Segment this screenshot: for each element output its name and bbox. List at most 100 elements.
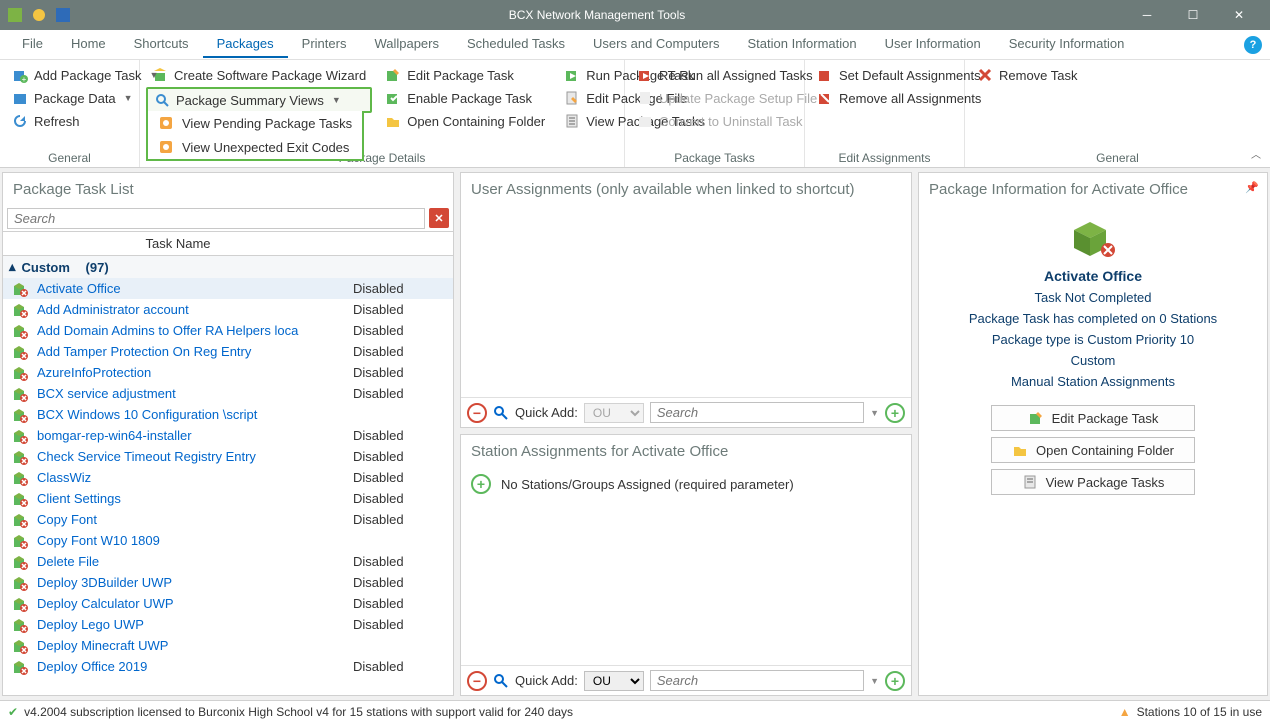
- info-line-3b: Custom: [1071, 353, 1116, 368]
- package-data-button[interactable]: Package Data▼: [6, 87, 133, 109]
- task-row[interactable]: Deploy Lego UWPDisabled: [3, 614, 453, 635]
- task-row[interactable]: BCX Windows 10 Configuration \script: [3, 404, 453, 425]
- menu-security-information[interactable]: Security Information: [995, 31, 1139, 58]
- task-row[interactable]: Deploy Office 2019Disabled: [3, 656, 453, 677]
- menu-station-information[interactable]: Station Information: [734, 31, 871, 58]
- view-pending-tasks-item[interactable]: View Pending Package Tasks: [148, 111, 362, 135]
- task-row[interactable]: Deploy Minecraft UWP: [3, 635, 453, 656]
- title-bar: BCX Network Management Tools ─ ☐ ✕: [0, 0, 1270, 30]
- station-inline-add-icon[interactable]: +: [471, 474, 491, 494]
- task-table[interactable]: Task Name ▴ Custom (97) Activate OfficeD…: [3, 231, 453, 695]
- task-status: Disabled: [353, 491, 453, 506]
- data-icon: [12, 90, 28, 106]
- open-folder-button[interactable]: Open Containing Folder: [379, 110, 551, 132]
- task-row[interactable]: bomgar-rep-win64-installerDisabled: [3, 425, 453, 446]
- task-list-title: Package Task List: [3, 173, 453, 206]
- task-icon: [3, 449, 37, 465]
- maximize-button[interactable]: ☐: [1170, 0, 1216, 30]
- info-line-3: Package type is Custom Priority 10: [992, 332, 1194, 347]
- create-wizard-button[interactable]: Create Software Package Wizard: [146, 64, 372, 86]
- info-view-tasks-button[interactable]: View Package Tasks: [991, 469, 1195, 495]
- info-edit-task-button[interactable]: Edit Package Task: [991, 405, 1195, 431]
- user-add-button[interactable]: +: [885, 403, 905, 423]
- task-row[interactable]: Add Administrator accountDisabled: [3, 299, 453, 320]
- task-name: Check Service Timeout Registry Entry: [37, 448, 353, 465]
- task-group-row[interactable]: ▴ Custom (97): [3, 256, 453, 278]
- station-quickadd-search[interactable]: [650, 670, 864, 691]
- remove-all-assignments-button[interactable]: Remove all Assignments: [811, 87, 958, 109]
- refresh-button[interactable]: Refresh: [6, 110, 133, 132]
- user-assignments-title: User Assignments (only available when li…: [461, 173, 911, 206]
- task-row[interactable]: AzureInfoProtectionDisabled: [3, 362, 453, 383]
- convert-uninstall-button[interactable]: Convert to Uninstall Task: [631, 110, 798, 132]
- task-name: Deploy Office 2019: [37, 658, 353, 675]
- menu-file[interactable]: File: [8, 31, 57, 58]
- task-row[interactable]: ClassWizDisabled: [3, 467, 453, 488]
- menu-shortcuts[interactable]: Shortcuts: [120, 31, 203, 58]
- task-icon: [3, 365, 37, 381]
- pending-icon: [158, 115, 174, 131]
- task-row[interactable]: Delete FileDisabled: [3, 551, 453, 572]
- file-edit-icon: [564, 90, 580, 106]
- refresh-icon: [12, 113, 28, 129]
- menu-printers[interactable]: Printers: [288, 31, 361, 58]
- task-status: Disabled: [353, 596, 453, 611]
- update-setup-file-button[interactable]: Update Package Setup File: [631, 87, 798, 109]
- enable-package-task-button[interactable]: Enable Package Task: [379, 87, 551, 109]
- task-name: Deploy Calculator UWP: [37, 595, 353, 612]
- station-quickadd-select[interactable]: OU: [584, 671, 644, 691]
- info-line-2: Package Task has completed on 0 Stations: [969, 311, 1217, 326]
- task-row[interactable]: Deploy Calculator UWPDisabled: [3, 593, 453, 614]
- user-remove-button[interactable]: −: [467, 403, 487, 423]
- station-remove-button[interactable]: −: [467, 671, 487, 691]
- user-quickadd-select[interactable]: OU: [584, 403, 644, 423]
- task-row[interactable]: Add Tamper Protection On Reg EntryDisabl…: [3, 341, 453, 362]
- task-row[interactable]: Client SettingsDisabled: [3, 488, 453, 509]
- station-search-icon[interactable]: [493, 673, 509, 689]
- menu-scheduled-tasks[interactable]: Scheduled Tasks: [453, 31, 579, 58]
- task-name: Copy Font: [37, 511, 353, 528]
- task-search-input[interactable]: [7, 208, 425, 229]
- task-name: Deploy Lego UWP: [37, 616, 353, 633]
- set-default-assignments-button[interactable]: Set Default Assignments: [811, 64, 958, 86]
- help-icon[interactable]: ?: [1244, 36, 1262, 54]
- status-text: v4.2004 subscription licensed to Burconi…: [24, 705, 573, 719]
- remove-all-icon: [817, 90, 833, 106]
- info-open-folder-button[interactable]: Open Containing Folder: [991, 437, 1195, 463]
- col-header-status[interactable]: [353, 232, 453, 255]
- menu-users-and-computers[interactable]: Users and Computers: [579, 31, 733, 58]
- add-package-task-button[interactable]: +Add Package Task▼: [6, 64, 133, 86]
- task-row[interactable]: Activate OfficeDisabled: [3, 278, 453, 299]
- package-name: Activate Office: [1044, 268, 1142, 284]
- package-summary-views-button[interactable]: Package Summary Views▼ View Pending Pack…: [146, 87, 372, 113]
- rerun-tasks-button[interactable]: Re Run all Assigned Tasks: [631, 64, 798, 86]
- remove-task-button[interactable]: Remove Task: [971, 64, 1264, 86]
- user-quickadd-search[interactable]: [650, 402, 864, 423]
- task-row[interactable]: Add Domain Admins to Offer RA Helpers lo…: [3, 320, 453, 341]
- clear-search-button[interactable]: ✕: [429, 208, 449, 228]
- task-row[interactable]: Copy Font W10 1809: [3, 530, 453, 551]
- user-search-icon[interactable]: [493, 405, 509, 421]
- collapse-ribbon-button[interactable]: ︿: [1248, 145, 1264, 161]
- menu-user-information[interactable]: User Information: [871, 31, 995, 58]
- view-exit-codes-item[interactable]: View Unexpected Exit Codes: [148, 135, 362, 159]
- menu-wallpapers[interactable]: Wallpapers: [360, 31, 453, 58]
- minimize-button[interactable]: ─: [1124, 0, 1170, 30]
- menu-home[interactable]: Home: [57, 31, 120, 58]
- task-status: Disabled: [353, 365, 453, 380]
- task-status: Disabled: [353, 386, 453, 401]
- edit-package-task-button[interactable]: Edit Package Task: [379, 64, 551, 86]
- col-header-name[interactable]: Task Name: [3, 232, 353, 255]
- task-row[interactable]: Check Service Timeout Registry EntryDisa…: [3, 446, 453, 467]
- station-add-button[interactable]: +: [885, 671, 905, 691]
- task-row[interactable]: BCX service adjustmentDisabled: [3, 383, 453, 404]
- task-row[interactable]: Copy FontDisabled: [3, 509, 453, 530]
- menu-packages[interactable]: Packages: [203, 31, 288, 58]
- close-button[interactable]: ✕: [1216, 0, 1262, 30]
- package-cube-icon: [1070, 218, 1116, 258]
- pin-icon[interactable]: 📌: [1245, 181, 1259, 194]
- user-assignments-panel: User Assignments (only available when li…: [460, 172, 912, 428]
- task-row[interactable]: Deploy 3DBuilder UWPDisabled: [3, 572, 453, 593]
- task-icon: [3, 575, 37, 591]
- task-icon: [3, 512, 37, 528]
